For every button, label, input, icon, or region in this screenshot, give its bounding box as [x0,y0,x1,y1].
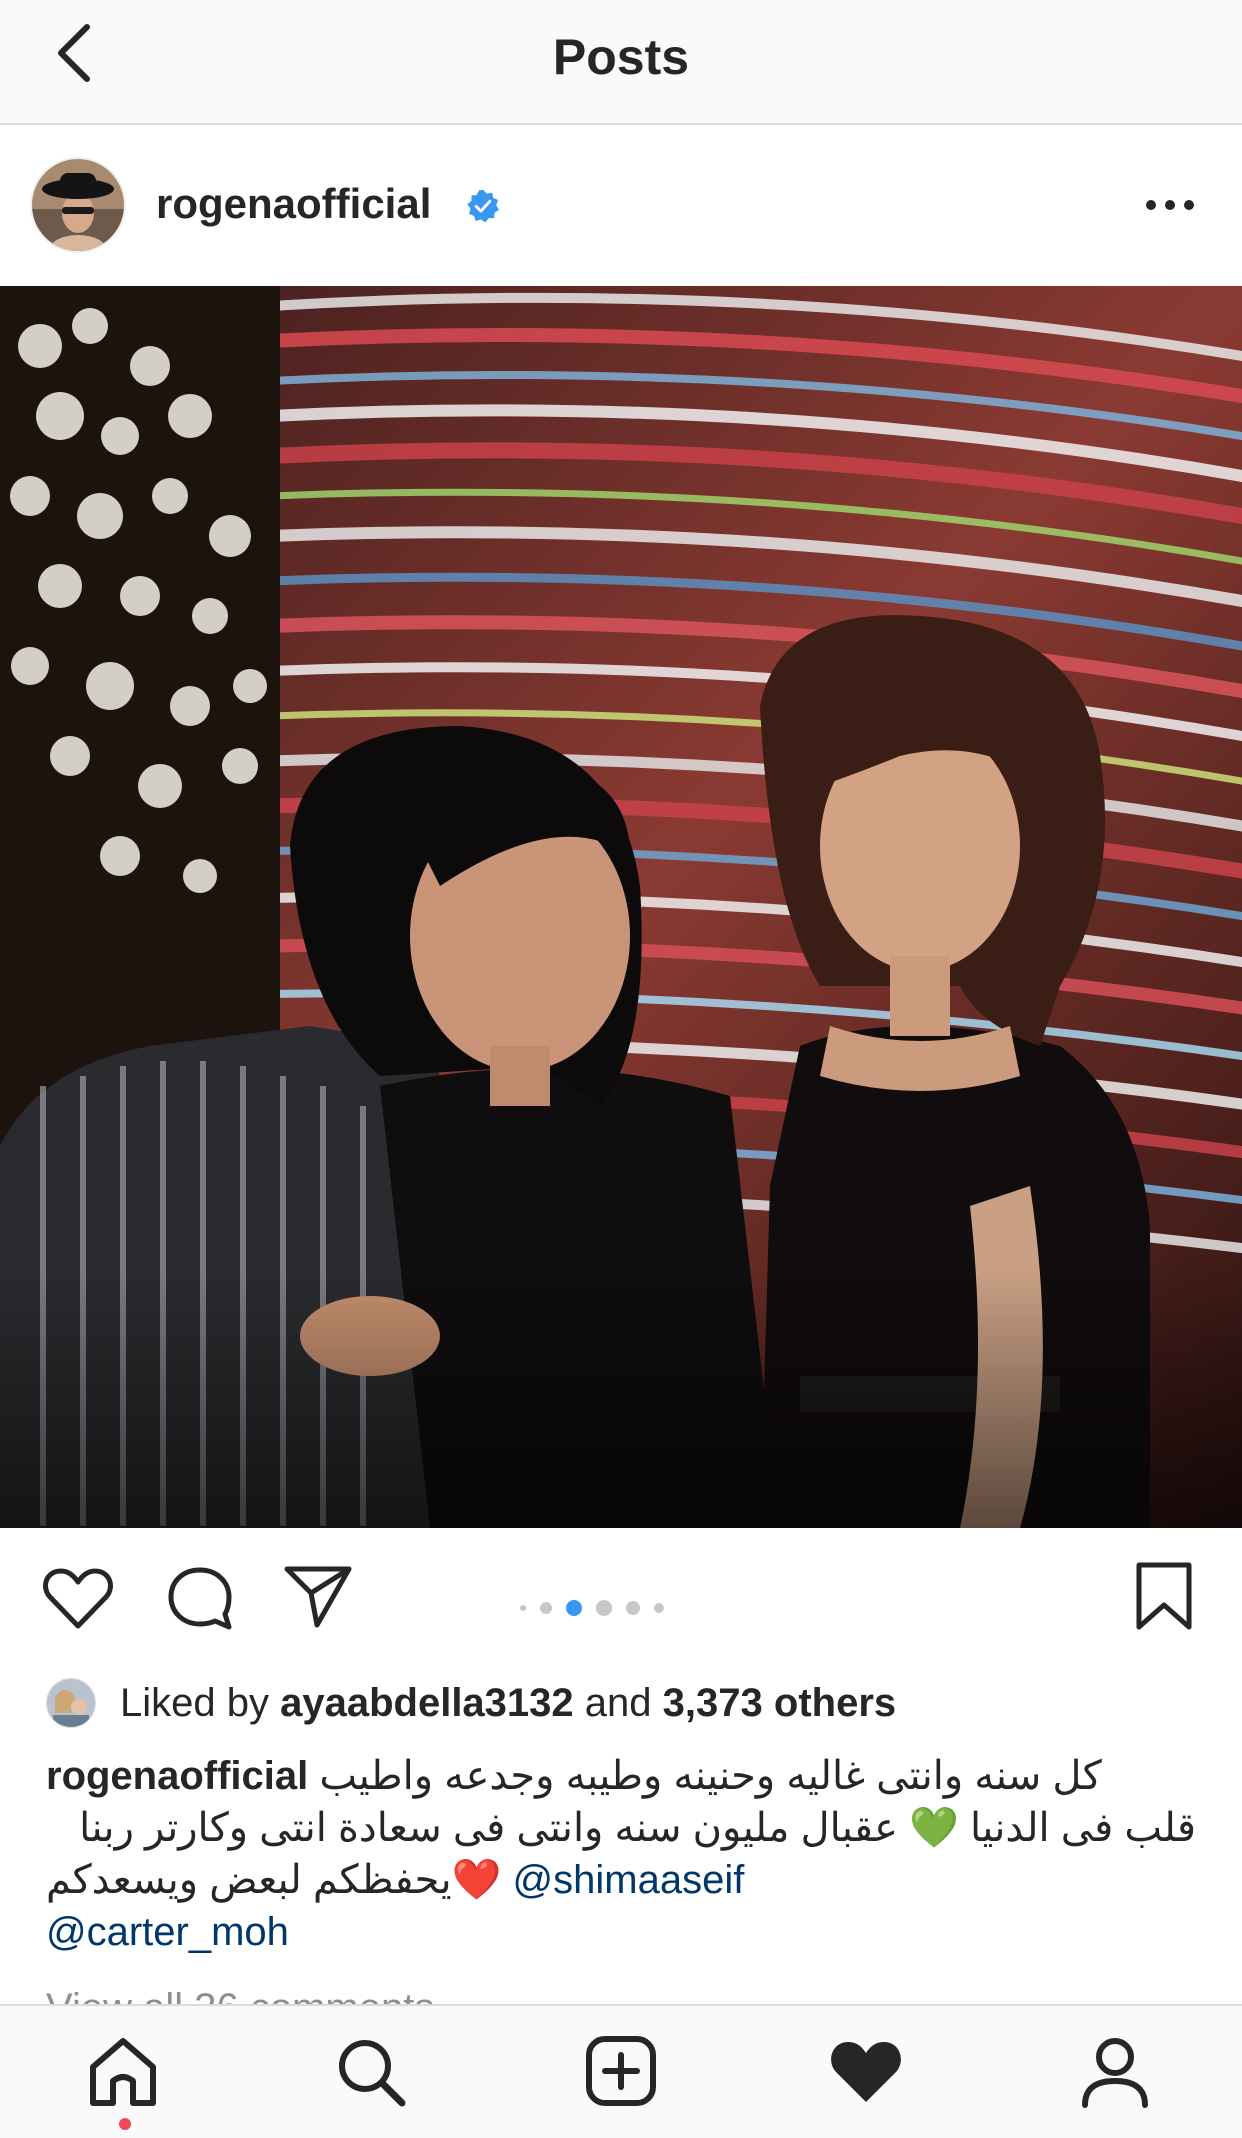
likes-others-count[interactable]: 3,373 others [663,1681,896,1726]
mention-carter-moh[interactable]: @carter_moh [46,1910,289,1954]
caption-line-4: @carter_moh [46,1906,1196,1958]
search-icon [339,2040,406,2107]
caption-line-3: يحفظكم لبعض ويسعدكم❤️ @shimaaseif [46,1854,1196,1906]
like-button[interactable] [38,1558,118,1638]
mention-shimaaseif[interactable]: @shimaaseif [513,1858,745,1902]
carousel-indicator [520,1598,664,1618]
page-title: Posts [552,29,690,85]
likes-summary[interactable]: Liked by ayaabdella3132 and 3,373 others [46,1675,896,1731]
avatar-image [32,159,124,251]
caption-text-line-1: كل سنه وانتى غاليه وحنينه وطيبه وجدعه وا… [319,1754,1102,1798]
comment-icon [168,1567,232,1630]
likes-prefix: Liked by [120,1680,269,1725]
post-photo[interactable] [0,286,1242,1528]
share-button[interactable] [278,1556,358,1636]
activity-heart-icon [831,2042,901,2102]
notification-dot [119,2118,131,2130]
carousel-dot[interactable] [654,1603,664,1613]
caption-username[interactable]: rogenaofficial [46,1754,308,1798]
nav-activity[interactable] [821,2026,911,2116]
caption-text-line-3: يحفظكم لبعض ويسعدكم [46,1858,452,1902]
post-caption: rogenaofficial كل سنه وانتى غاليه وحنينه… [46,1750,1196,1958]
caption-line-1: rogenaofficial كل سنه وانتى غاليه وحنينه… [46,1750,1196,1802]
post-header: rogenaofficial [0,125,1242,286]
new-post-icon [586,2036,656,2106]
bookmark-icon [1136,1562,1192,1630]
post-action-bar [0,1528,1242,1670]
nav-search[interactable] [325,2026,415,2116]
nav-new-post[interactable] [576,2026,666,2116]
bottom-navigation-bar [0,2004,1242,2138]
heart-icon [43,1568,113,1629]
paper-plane-icon [284,1566,352,1628]
caption-line-2: قلب فى الدنيا 💚 عقبال مليون سنه وانتى فى… [79,1806,1196,1850]
profile-icon [1082,2038,1148,2108]
red-heart-emoji: ❤️ [451,1858,502,1902]
carousel-dot-active[interactable] [566,1600,582,1616]
ellipsis-icon [1146,200,1194,210]
liker-avatar [46,1678,96,1728]
home-icon [90,2038,156,2106]
author-username[interactable]: rogenaofficial [156,180,431,228]
save-button[interactable] [1124,1556,1204,1636]
liker-username[interactable]: ayaabdella3132 [280,1681,574,1726]
nav-profile[interactable] [1070,2026,1160,2116]
comment-button[interactable] [160,1558,240,1638]
top-navigation-bar: Posts [0,0,1242,125]
nav-home[interactable] [78,2026,168,2116]
carousel-dot[interactable] [626,1601,640,1615]
carousel-dot[interactable] [596,1600,612,1616]
author-avatar[interactable] [30,157,126,253]
photo-illustration [0,286,1242,1528]
more-options-button[interactable] [1140,180,1200,230]
likes-middle: and [584,1680,652,1725]
carousel-dot[interactable] [520,1605,526,1611]
carousel-dot[interactable] [540,1602,552,1614]
verified-badge-icon [467,189,499,223]
